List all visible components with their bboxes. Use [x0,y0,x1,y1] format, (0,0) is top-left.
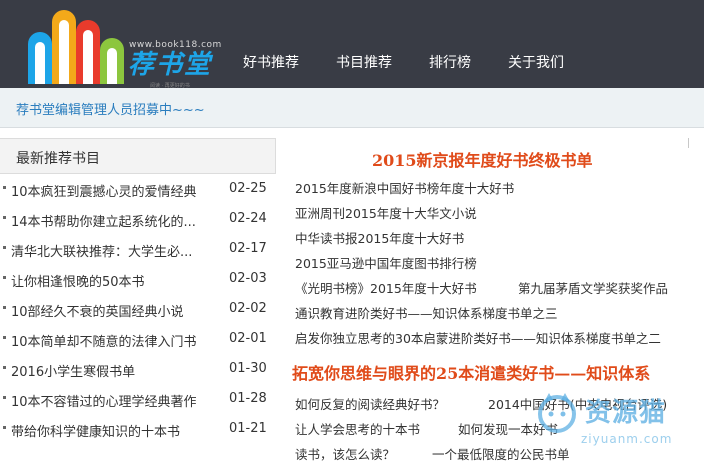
orange-book-icon [52,10,76,84]
books-logo-icon [26,4,126,84]
list-item[interactable]: 带给你科学健康知识的十本书 01-21 [0,414,276,444]
bullet-icon [3,246,6,249]
divider [688,138,689,148]
nav-about-us[interactable]: 关于我们 [508,52,564,72]
list-item[interactable]: 10本疯狂到震撼心灵的爱情经典 02-25 [0,174,276,204]
list-item-date: 02-03 [229,271,267,286]
book-list-link[interactable]: 亚洲周刊2015年度十大华文小说 [295,203,477,222]
list-item-title[interactable]: 14本书帮助你建立起系统化的... [11,211,196,230]
logo-url: www.book118.com [129,40,222,50]
latest-recommendations: 最新推荐书目 10本疯狂到震撼心灵的爱情经典 02-25 14本书帮助你建立起系… [0,138,276,463]
bullet-icon [3,336,6,339]
list-item[interactable]: 14本书帮助你建立起系统化的... 02-24 [0,204,276,234]
recruit-notice[interactable]: 荐书堂编辑管理人员招募中~~~ [16,99,205,118]
list-item-title[interactable]: 清华北大联袂推荐：大学生必... [11,241,192,260]
bullet-icon [3,276,6,279]
book-list-link[interactable]: 通识教育进阶类好书——知识体系梯度书单之三 [295,303,558,322]
list-item-date: 01-30 [229,361,267,376]
list-item[interactable]: 10部经久不衰的英国经典小说 02-02 [0,294,276,324]
list-item-title[interactable]: 带给你科学健康知识的十本书 [11,421,180,440]
red-book-icon [76,20,100,84]
logo-name: 荐书堂 [128,50,213,80]
list-item[interactable]: 让你相逢恨晚的50本书 02-03 [0,264,276,294]
list-item-date: 02-01 [229,331,267,346]
book-list-link[interactable]: 中华读书报2015年度十大好书 [295,228,464,247]
list-item-date: 02-25 [229,181,267,196]
list-item-title[interactable]: 让你相逢恨晚的50本书 [11,271,145,290]
bullet-icon [3,186,6,189]
list-item-date: 02-17 [229,241,267,256]
bullet-icon [3,366,6,369]
list-item-title[interactable]: 10本简单却不随意的法律入门书 [11,331,197,350]
book-list-link[interactable]: 2015年度新浪中国好书榜年度十大好书 [295,178,514,197]
site-logo[interactable]: www.book118.com 荐书堂 阅读 · 再更好的书 [26,4,226,89]
list-item-title[interactable]: 10本疯狂到震撼心灵的爱情经典 [11,181,197,200]
list-item[interactable]: 清华北大联袂推荐：大学生必... 02-17 [0,234,276,264]
site-header: www.book118.com 荐书堂 阅读 · 再更好的书 好书推荐 书目推荐… [0,0,704,89]
book-list-link[interactable]: 2015亚马逊中国年度图书排行榜 [295,253,477,272]
nav-book-lists[interactable]: 书目推荐 [336,52,392,72]
book-list-link[interactable]: 2014中国好书(中央电视台评选) [488,394,667,413]
bullet-icon [3,396,6,399]
list-item-date: 02-24 [229,211,267,226]
book-list-link[interactable]: 《光明书榜》2015年度十大好书 [295,278,477,297]
nav-rankings[interactable]: 排行榜 [429,52,471,72]
list-item-title[interactable]: 2016小学生寒假书单 [11,361,135,380]
featured-lists: 2015新京报年度好书终极书单 2015年度新浪中国好书榜年度十大好书 亚洲周刊… [276,138,704,463]
list-item-date: 02-02 [229,301,267,316]
bullet-icon [3,426,6,429]
green-book-icon [100,38,124,84]
book-list-link[interactable]: 如何反复的阅读经典好书？ [295,394,445,413]
list-item[interactable]: 10本简单却不随意的法律入门书 02-01 [0,324,276,354]
book-list-link[interactable]: 一个最低限度的公民书单 [432,444,570,463]
book-list-link[interactable]: 如何发现一本好书 [458,419,558,438]
book-list-link[interactable]: 启发你独立思考的30本启蒙进阶类好书——知识体系梯度书单之二 [295,328,661,347]
list-item-title[interactable]: 10部经久不衰的英国经典小说 [11,301,184,320]
latest-heading: 最新推荐书目 [16,151,100,167]
list-item-date: 01-28 [229,391,267,406]
book-list-link[interactable]: 让人学会思考的十本书 [295,419,420,438]
list-item-date: 01-21 [229,421,267,436]
bullet-icon [3,306,6,309]
blue-book-icon [28,32,52,84]
list-item[interactable]: 2016小学生寒假书单 01-30 [0,354,276,384]
section-title-2015-annual[interactable]: 2015新京报年度好书终极书单 [372,147,593,171]
nav-good-books[interactable]: 好书推荐 [243,52,299,72]
section-title-leisure-reading[interactable]: 拓宽你思维与眼界的25本消遣类好书——知识体系 [292,360,650,384]
bullet-icon [3,216,6,219]
notice-bar: 荐书堂编辑管理人员招募中~~~ [0,88,704,128]
list-item[interactable]: 10本不容错过的心理学经典著作 01-28 [0,384,276,414]
list-item-title[interactable]: 10本不容错过的心理学经典著作 [11,391,197,410]
latest-heading-bar: 最新推荐书目 [0,138,276,174]
book-list-link[interactable]: 第九届茅盾文学奖获奖作品 [518,278,668,297]
book-list-link[interactable]: 读书，该怎么读？ [295,444,395,463]
